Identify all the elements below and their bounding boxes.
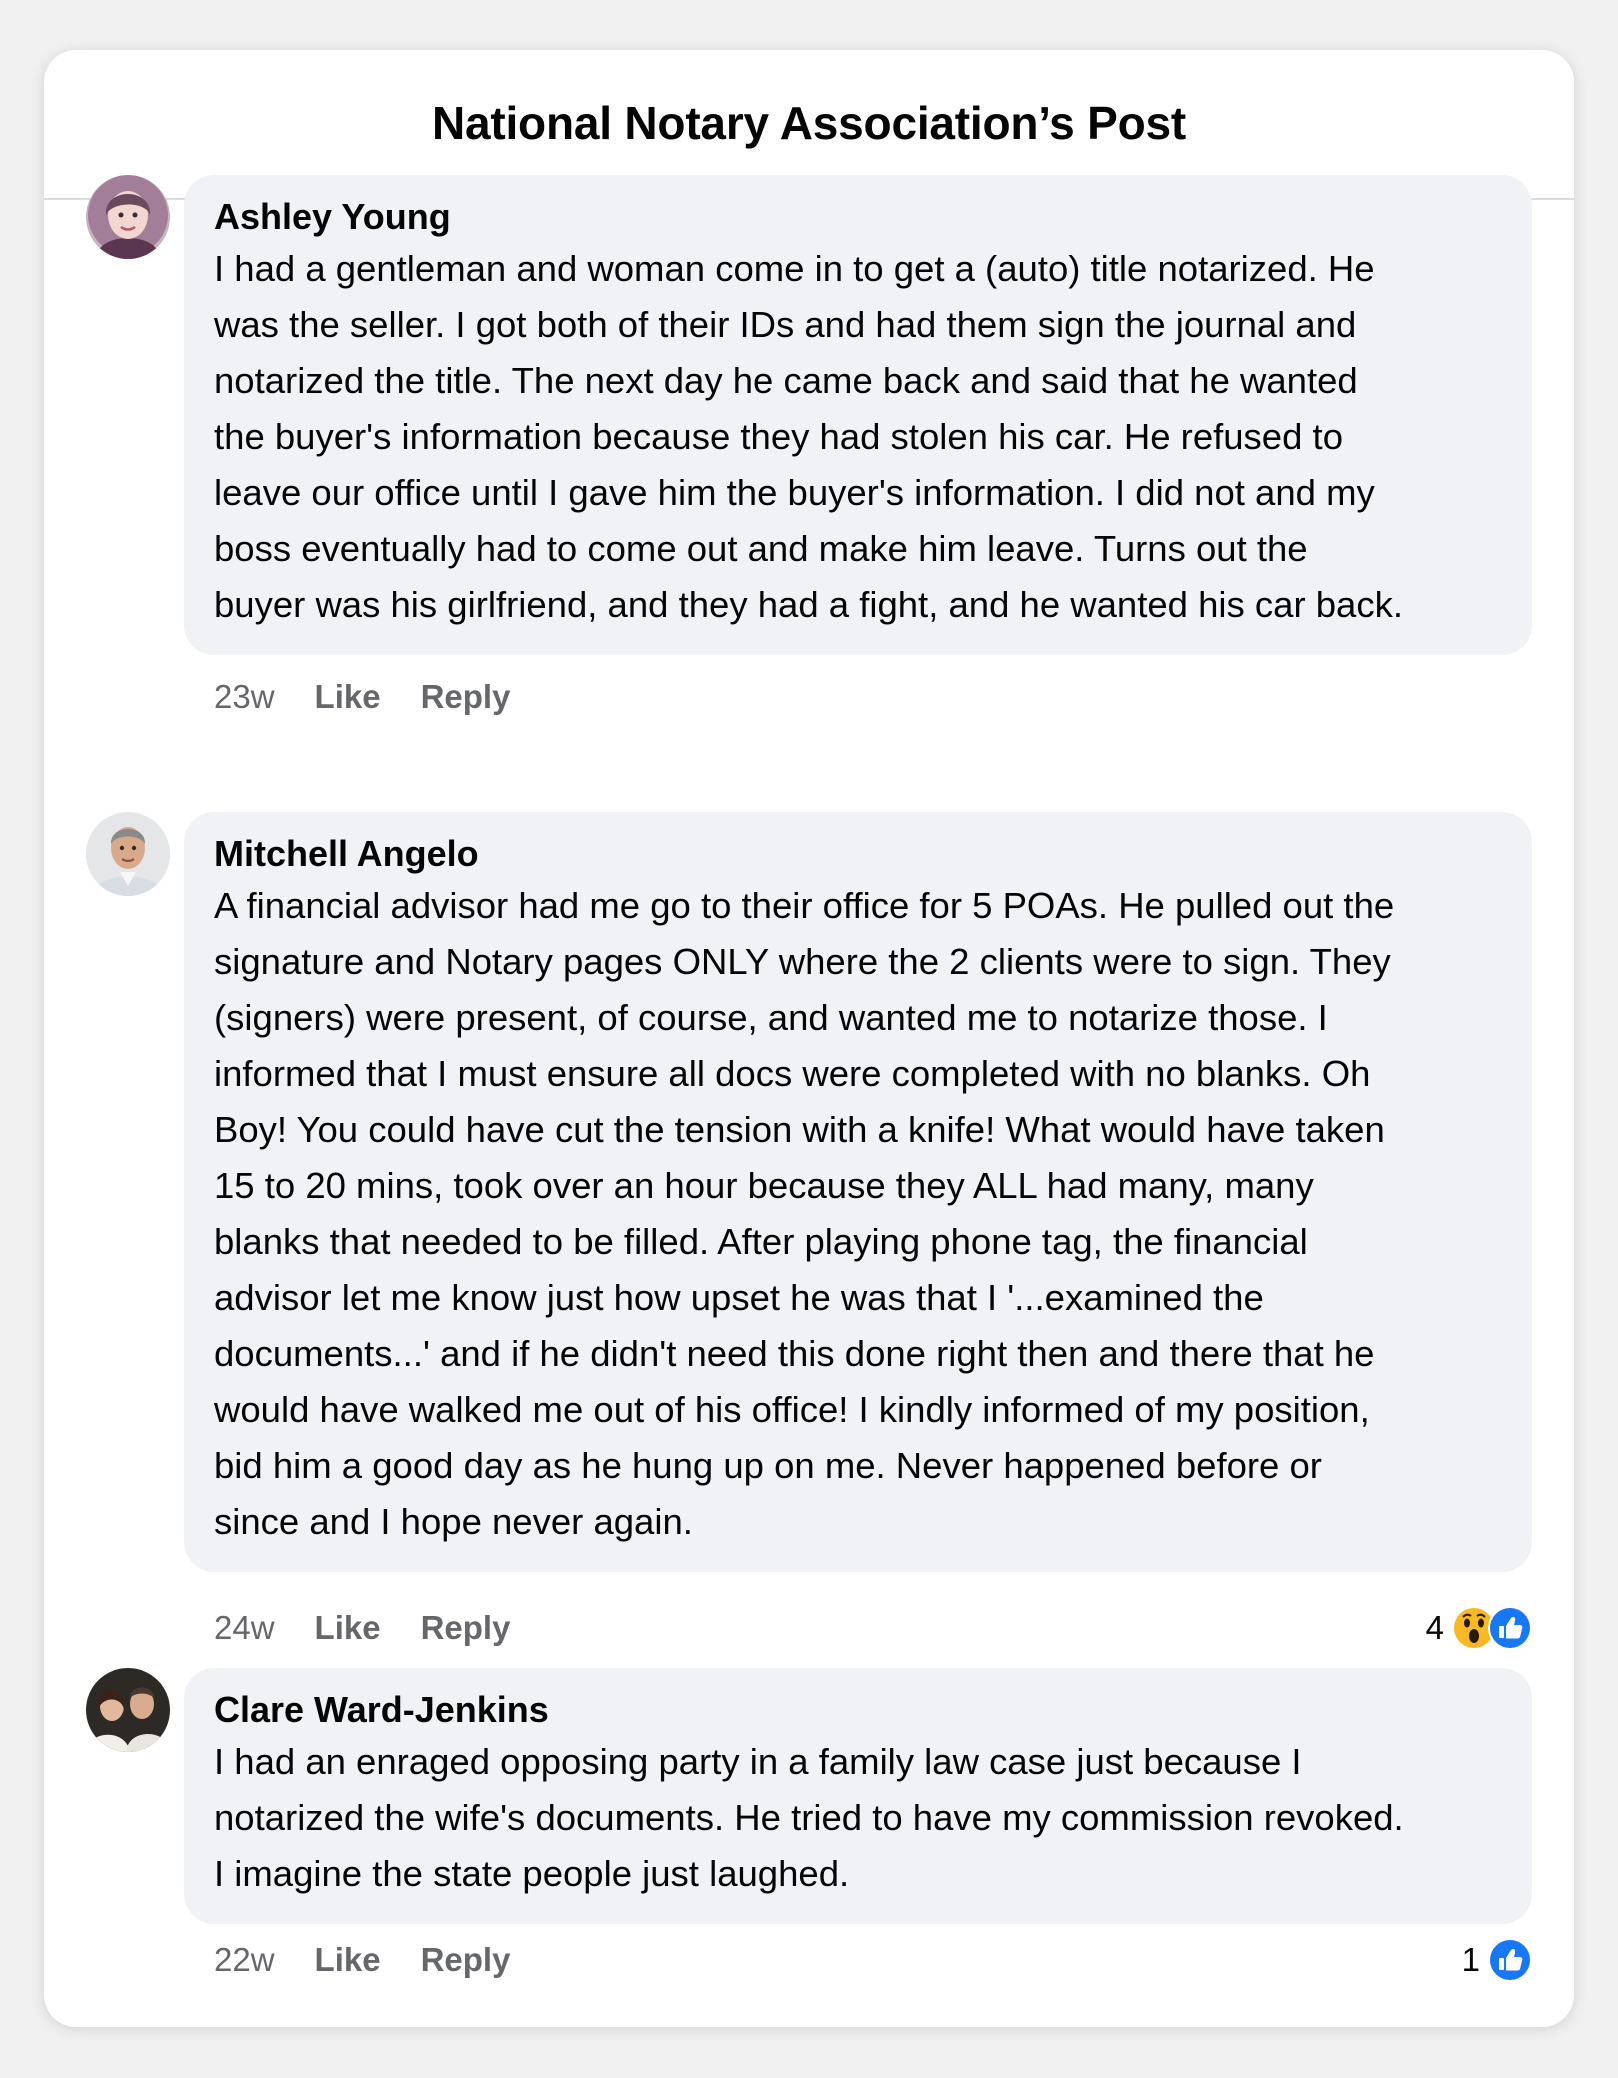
comment-actions: 23w Like Reply <box>214 675 550 719</box>
avatar[interactable] <box>86 175 170 259</box>
comment-actions: 24w Like Reply <box>214 1606 550 1650</box>
reply-button[interactable]: Reply <box>421 678 511 716</box>
comment-timestamp[interactable]: 22w <box>214 1941 275 1979</box>
like-thumb-icon <box>1488 1606 1532 1650</box>
reaction-count: 1 <box>1461 1941 1480 1978</box>
reply-button[interactable]: Reply <box>421 1609 511 1647</box>
avatar[interactable] <box>86 1668 170 1752</box>
comment-bubble: Ashley Young I had a gentleman and woman… <box>184 175 1532 655</box>
avatar-ashley-young-icon <box>86 175 170 259</box>
comment-actions: 22w Like Reply <box>214 1938 550 1982</box>
reaction-count: 4 <box>1425 1609 1444 1646</box>
like-button[interactable]: Like <box>315 1609 381 1647</box>
like-thumb-icon <box>1488 1938 1532 1982</box>
post-title: National Notary Association’s Post <box>431 97 1187 149</box>
comment-author[interactable]: Clare Ward-Jenkins <box>214 1688 1502 1732</box>
comment-bubble: Mitchell Angelo A financial advisor had … <box>184 812 1532 1572</box>
avatar[interactable] <box>86 812 170 896</box>
comment-text: I had a gentleman and woman come in to g… <box>214 248 1403 625</box>
comment-text: A financial advisor had me go to their o… <box>214 885 1395 1542</box>
reply-button[interactable]: Reply <box>421 1941 511 1979</box>
comment-timestamp[interactable]: 24w <box>214 1609 275 1647</box>
comment-author[interactable]: Ashley Young <box>214 195 1502 239</box>
post-comments-card: National Notary Association’s Post Ashle… <box>44 50 1574 2027</box>
like-button[interactable]: Like <box>315 678 381 716</box>
comment-author[interactable]: Mitchell Angelo <box>214 832 1502 876</box>
comment-timestamp[interactable]: 23w <box>214 678 275 716</box>
comment-bubble: Clare Ward-Jenkins I had an enraged oppo… <box>184 1668 1532 1924</box>
comment-text: I had an enraged opposing party in a fam… <box>214 1741 1404 1894</box>
avatar-clare-ward-jenkins-icon <box>86 1668 170 1752</box>
reaction-summary[interactable]: 4 <box>1426 1605 1532 1651</box>
like-button[interactable]: Like <box>315 1941 381 1979</box>
reaction-summary[interactable]: 1 <box>1462 1937 1532 1983</box>
avatar-mitchell-angelo-icon <box>86 812 170 896</box>
